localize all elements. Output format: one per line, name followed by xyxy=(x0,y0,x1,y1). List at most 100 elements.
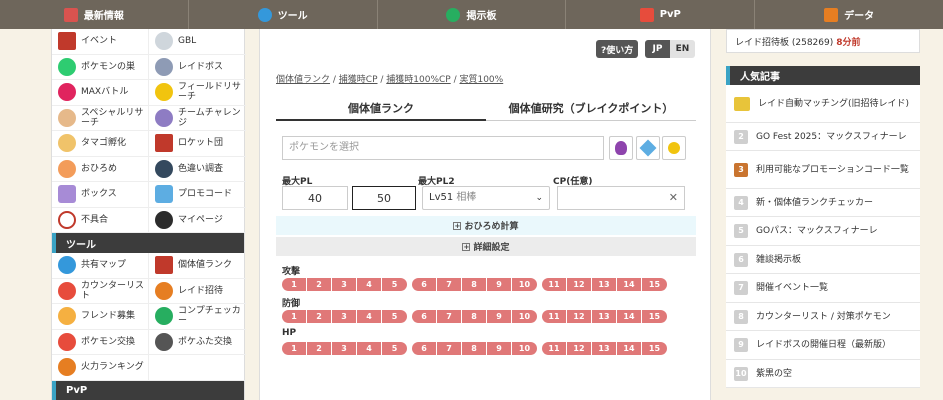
defense-iv-1-button[interactable]: 1 xyxy=(282,310,307,323)
nav-tools[interactable]: ツール xyxy=(189,0,378,29)
hp-iv-1-button[interactable]: 1 xyxy=(282,342,307,355)
ohirome-calc-toggle[interactable]: + おひろめ計算 xyxy=(276,216,696,235)
attack-iv-2-button[interactable]: 2 xyxy=(307,278,332,291)
sidebar-item-special-research[interactable]: スペシャルリサーチ xyxy=(52,105,149,131)
tab-iv-rank[interactable]: 個体値ランク xyxy=(276,99,486,121)
howto-button[interactable]: ?使い方 xyxy=(596,40,639,58)
attack-iv-3-button[interactable]: 3 xyxy=(332,278,357,291)
sidebar-item-box[interactable]: ボックス xyxy=(52,182,149,208)
attack-iv-14-button[interactable]: 14 xyxy=(617,278,642,291)
sidebar-item-pokelid[interactable]: ポケふた交換 xyxy=(149,330,246,355)
defense-iv-15-button[interactable]: 15 xyxy=(642,310,667,323)
sidebar-item-shiny[interactable]: 色違い調査 xyxy=(149,157,246,182)
hp-iv-14-button[interactable]: 14 xyxy=(617,342,642,355)
article-item[interactable]: 5 GOパス：マックスフィナーレ xyxy=(726,217,920,246)
max-pl2-select[interactable]: Lv51 相棒 ⌄ xyxy=(422,186,550,210)
defense-iv-2-button[interactable]: 2 xyxy=(307,310,332,323)
sidebar-item-trade[interactable]: ポケモン交換 xyxy=(52,329,149,355)
pokemon-select-input[interactable]: ポケモンを選択 xyxy=(282,136,604,160)
attack-iv-5-button[interactable]: 5 xyxy=(382,278,407,291)
min-pl-input[interactable]: 40 xyxy=(282,186,348,210)
hp-iv-8-button[interactable]: 8 xyxy=(462,342,487,355)
nav-data[interactable]: データ xyxy=(755,0,943,29)
hp-iv-5-button[interactable]: 5 xyxy=(382,342,407,355)
attack-iv-10-button[interactable]: 10 xyxy=(512,278,537,291)
defense-iv-3-button[interactable]: 3 xyxy=(332,310,357,323)
attack-iv-11-button[interactable]: 11 xyxy=(542,278,567,291)
hp-iv-15-button[interactable]: 15 xyxy=(642,342,667,355)
hp-iv-12-button[interactable]: 12 xyxy=(567,342,592,355)
defense-iv-7-button[interactable]: 7 xyxy=(437,310,462,323)
sidebar-item-fire-ranking[interactable]: 火力ランキング xyxy=(52,355,149,381)
sidebar-item-comp-checker[interactable]: コンプチェッカー xyxy=(149,304,246,330)
sidebar-item-field-research[interactable]: フィールドリサーチ xyxy=(149,80,246,106)
sidebar-item-event[interactable]: イベント xyxy=(52,29,149,55)
sidebar-item-promo-code[interactable]: プロモコード xyxy=(149,182,246,208)
sidebar-item-gbl[interactable]: GBL xyxy=(149,29,246,55)
sidebar-item-share-map[interactable]: 共有マップ xyxy=(52,253,149,279)
hp-iv-10-button[interactable]: 10 xyxy=(512,342,537,355)
defense-iv-5-button[interactable]: 5 xyxy=(382,310,407,323)
hp-iv-3-button[interactable]: 3 xyxy=(332,342,357,355)
sidebar-item-raid-invite[interactable]: レイド招待 xyxy=(149,279,246,304)
sidebar-item-bug[interactable]: 不具合 xyxy=(52,207,149,233)
defense-iv-12-button[interactable]: 12 xyxy=(567,310,592,323)
sidebar-item-iv-rank[interactable]: 個体値ランク xyxy=(149,253,246,279)
article-item[interactable]: 10 紫黒の空 xyxy=(726,360,920,388)
sidebar-item-egg-hatch[interactable]: タマゴ孵化 xyxy=(52,131,149,157)
attack-iv-4-button[interactable]: 4 xyxy=(357,278,382,291)
lang-en-button[interactable]: EN xyxy=(670,40,695,58)
defense-iv-10-button[interactable]: 10 xyxy=(512,310,537,323)
hp-iv-2-button[interactable]: 2 xyxy=(307,342,332,355)
crumb-iv-rank[interactable]: 個体値ランク xyxy=(276,75,330,85)
article-item[interactable]: 6 雑談掲示板 xyxy=(726,246,920,274)
filter-shadow-button[interactable] xyxy=(609,136,633,160)
sidebar-item-max-battle[interactable]: MAXバトル xyxy=(52,80,149,106)
crumb-catch-100-cp[interactable]: 捕獲時100%CP xyxy=(386,75,450,85)
sidebar-item-showcase[interactable]: おひろめ xyxy=(52,156,149,182)
nav-board[interactable]: 掲示板 xyxy=(378,0,567,29)
defense-iv-11-button[interactable]: 11 xyxy=(542,310,567,323)
detail-settings-toggle[interactable]: + 詳細設定 xyxy=(276,237,696,256)
max-pl-input[interactable]: 50 xyxy=(352,186,416,210)
hp-iv-6-button[interactable]: 6 xyxy=(412,342,437,355)
article-item[interactable]: 3 利用可能なプロモーションコード一覧 xyxy=(726,151,920,189)
attack-iv-6-button[interactable]: 6 xyxy=(412,278,437,291)
attack-iv-1-button[interactable]: 1 xyxy=(282,278,307,291)
article-item[interactable]: 7 開催イベント一覧 xyxy=(726,274,920,303)
defense-iv-13-button[interactable]: 13 xyxy=(592,310,617,323)
defense-iv-8-button[interactable]: 8 xyxy=(462,310,487,323)
hp-iv-7-button[interactable]: 7 xyxy=(437,342,462,355)
attack-iv-12-button[interactable]: 12 xyxy=(567,278,592,291)
sidebar-item-mypage[interactable]: マイページ xyxy=(149,208,246,233)
article-item[interactable]: 4 新・個体値ランクチェッカー xyxy=(726,189,920,217)
sidebar-item-counter-list[interactable]: カウンターリスト xyxy=(52,278,149,304)
attack-iv-15-button[interactable]: 15 xyxy=(642,278,667,291)
attack-iv-8-button[interactable]: 8 xyxy=(462,278,487,291)
attack-iv-7-button[interactable]: 7 xyxy=(437,278,462,291)
article-item[interactable]: 8 カウンターリスト / 対策ポケモン xyxy=(726,303,920,331)
crumb-catch-cp[interactable]: 捕獲時CP xyxy=(339,75,378,85)
cp-input[interactable]: ✕ xyxy=(557,186,685,210)
article-item[interactable]: 2 GO Fest 2025：マックスフィナーレ xyxy=(726,123,920,151)
hp-iv-9-button[interactable]: 9 xyxy=(487,342,512,355)
sidebar-item-nest[interactable]: ポケモンの巣 xyxy=(52,54,149,80)
filter-purified-button[interactable] xyxy=(636,136,660,160)
tab-iv-research[interactable]: 個体値研究（ブレイクポイント） xyxy=(486,99,696,121)
sidebar-item-friend[interactable]: フレンド募集 xyxy=(52,304,149,330)
defense-iv-9-button[interactable]: 9 xyxy=(487,310,512,323)
defense-iv-14-button[interactable]: 14 xyxy=(617,310,642,323)
lang-jp-button[interactable]: JP xyxy=(645,40,670,58)
nav-pvp[interactable]: PvP xyxy=(566,0,756,29)
defense-iv-6-button[interactable]: 6 xyxy=(412,310,437,323)
article-item[interactable]: レイド自動マッチング(旧招待レイド) xyxy=(726,85,920,123)
filter-lucky-button[interactable] xyxy=(662,136,686,160)
sidebar-item-raid-boss[interactable]: レイドボス xyxy=(149,55,246,80)
hp-iv-11-button[interactable]: 11 xyxy=(542,342,567,355)
attack-iv-9-button[interactable]: 9 xyxy=(487,278,512,291)
hp-iv-4-button[interactable]: 4 xyxy=(357,342,382,355)
clear-icon[interactable]: ✕ xyxy=(669,191,678,204)
article-item[interactable]: 9 レイドボスの開催日程（最新版） xyxy=(726,331,920,360)
defense-iv-4-button[interactable]: 4 xyxy=(357,310,382,323)
raid-invite-board-link[interactable]: レイド招待板 (258269) 8分前 xyxy=(726,29,920,53)
